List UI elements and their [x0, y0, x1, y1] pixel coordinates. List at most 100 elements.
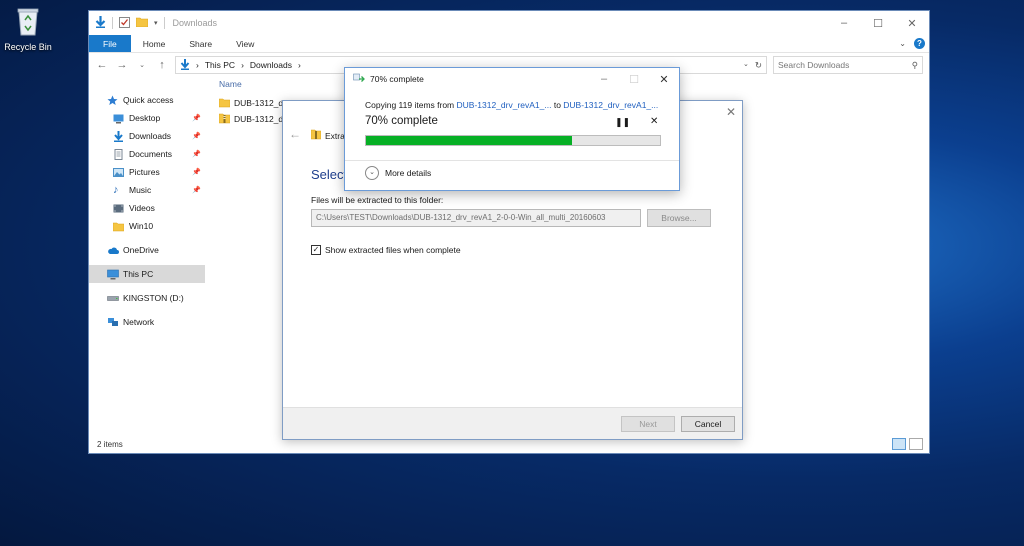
sidebar-item-label: Videos — [129, 203, 155, 213]
minimize-button[interactable]: – — [589, 73, 619, 86]
sidebar-item-kingston[interactable]: KINGSTON (D:) — [89, 289, 205, 307]
ribbon-tabs: File Home Share View ⌄ ? — [89, 35, 929, 53]
maximize-button[interactable]: ☐ — [619, 73, 649, 86]
next-button[interactable]: Next — [621, 416, 675, 432]
videos-icon — [113, 203, 124, 214]
new-folder-icon[interactable] — [135, 17, 149, 29]
sidebar-item-downloads[interactable]: Downloads 📌 — [89, 127, 205, 145]
destination-link[interactable]: DUB-1312_drv_revA1_... — [563, 100, 658, 110]
sidebar-item-music[interactable]: ♪ Music 📌 — [89, 181, 205, 199]
search-input[interactable]: Search Downloads ⚲ — [773, 56, 923, 74]
column-header-name[interactable]: Name — [219, 79, 283, 89]
copy-icon — [353, 73, 365, 85]
breadcrumb-chevron-icon: › — [241, 60, 244, 70]
recycle-bin-label: Recycle Bin — [4, 42, 52, 52]
minimize-button[interactable]: – — [827, 17, 861, 30]
tab-file[interactable]: File — [89, 35, 131, 52]
expand-ribbon-icon[interactable]: ⌄ — [899, 39, 906, 48]
qat-separator — [112, 17, 113, 29]
download-arrow-icon[interactable] — [95, 16, 106, 30]
explorer-titlebar: ▾ Downloads – ☐ ✕ — [89, 11, 929, 35]
pin-icon[interactable]: 📌 — [192, 150, 201, 158]
copying-prefix: Copying 119 items from — [365, 100, 457, 110]
details-view-button[interactable] — [892, 438, 906, 450]
file-row[interactable]: DUB-1312_d — [218, 111, 283, 127]
folder-icon — [112, 221, 125, 232]
close-button[interactable]: ✕ — [649, 73, 679, 86]
sidebar-item-win10[interactable]: Win10 — [89, 217, 205, 235]
breadcrumb-chevron-icon: › — [297, 60, 301, 70]
qat-separator — [163, 17, 165, 29]
recycle-bin-icon[interactable]: Recycle Bin — [4, 6, 52, 52]
sidebar-item-this-pc[interactable]: This PC — [89, 265, 205, 283]
sidebar-item-desktop[interactable]: Desktop 📌 — [89, 109, 205, 127]
pin-icon[interactable]: 📌 — [192, 114, 201, 122]
tab-view[interactable]: View — [224, 35, 266, 52]
music-icon: ♪ — [113, 183, 119, 196]
chevron-down-icon: ⌄ — [365, 166, 379, 180]
search-placeholder: Search Downloads — [778, 60, 850, 70]
tab-home[interactable]: Home — [131, 35, 178, 52]
sidebar-item-label: Win10 — [129, 221, 154, 231]
close-icon[interactable]: ✕ — [726, 105, 736, 119]
copying-description: Copying 119 items from DUB-1312_drv_revA… — [365, 100, 658, 110]
address-dropdown-icon[interactable]: ⌄ — [743, 60, 749, 71]
sidebar-item-label: Music — [129, 185, 152, 195]
sidebar-item-pictures[interactable]: Pictures 📌 — [89, 163, 205, 181]
browse-button[interactable]: Browse... — [647, 209, 711, 227]
pin-icon[interactable]: 📌 — [192, 132, 201, 140]
sidebar-item-label: Desktop — [129, 113, 161, 123]
percent-complete-text: 70% complete — [365, 115, 438, 127]
sidebar-item-onedrive[interactable]: OneDrive — [89, 241, 205, 259]
more-details-toggle[interactable]: ⌄ More details — [365, 166, 431, 180]
progress-bar — [365, 135, 661, 146]
cancel-copy-icon[interactable]: ✕ — [650, 116, 658, 127]
quick-access-toolbar: ▾ — [89, 16, 165, 30]
pictures-icon — [113, 167, 124, 178]
navigation-pane: Quick access Desktop 📌 Downloads 📌 Docum… — [89, 91, 205, 331]
help-icon[interactable]: ? — [914, 38, 925, 49]
qat-dropdown-icon[interactable]: ▾ — [154, 19, 158, 27]
sidebar-item-label: OneDrive — [123, 245, 159, 255]
zip-folder-icon — [218, 112, 231, 126]
forward-arrow-icon[interactable]: → — [115, 59, 129, 71]
tab-share[interactable]: Share — [177, 35, 224, 52]
refresh-icon[interactable]: ↻ — [755, 60, 762, 71]
sidebar-item-quick-access[interactable]: Quick access — [89, 91, 205, 109]
destination-path-field[interactable]: C:\Users\TEST\Downloads\DUB-1312_drv_rev… — [311, 209, 641, 227]
drive-icon — [107, 293, 119, 304]
sidebar-item-label: Pictures — [129, 167, 160, 177]
checkbox-label: Show extracted files when complete — [325, 245, 461, 255]
pin-icon[interactable]: 📌 — [192, 168, 201, 176]
close-button[interactable]: ✕ — [895, 17, 929, 30]
more-details-label: More details — [385, 168, 432, 178]
breadcrumb-this-pc[interactable]: This PC — [205, 60, 235, 70]
wizard-heading: Select — [311, 167, 348, 182]
up-arrow-icon[interactable]: ↑ — [155, 59, 169, 71]
cancel-button[interactable]: Cancel — [681, 416, 735, 432]
file-row[interactable]: DUB-1312_d — [218, 95, 283, 111]
recent-dropdown-icon[interactable]: ⌄ — [135, 61, 149, 69]
back-arrow-icon[interactable]: ← — [289, 127, 301, 141]
checkbox-checked-icon[interactable]: ✓ — [311, 245, 321, 255]
copy-progress-dialog: 70% complete – ☐ ✕ Copying 119 items fro… — [344, 67, 680, 191]
breadcrumb-downloads[interactable]: Downloads — [250, 60, 292, 70]
source-link[interactable]: DUB-1312_drv_revA1_... — [457, 100, 552, 110]
sidebar-item-documents[interactable]: Documents 📌 — [89, 145, 205, 163]
progress-title: 70% complete — [370, 74, 424, 84]
maximize-button[interactable]: ☐ — [861, 17, 895, 30]
downloads-icon — [113, 130, 124, 142]
status-bar-item-count: 2 items — [97, 440, 123, 449]
sidebar-item-network[interactable]: Network — [89, 313, 205, 331]
pin-icon[interactable]: 📌 — [192, 186, 201, 194]
sidebar-item-videos[interactable]: Videos — [89, 199, 205, 217]
sidebar-item-label: This PC — [123, 269, 154, 279]
divider — [345, 160, 679, 161]
properties-icon[interactable] — [119, 16, 130, 30]
show-extracted-checkbox-row[interactable]: ✓ Show extracted files when complete — [311, 245, 461, 255]
view-switcher — [892, 438, 923, 450]
sidebar-item-label: KINGSTON (D:) — [123, 293, 184, 303]
pause-icon[interactable]: ❚❚ — [615, 117, 630, 128]
large-icons-view-button[interactable] — [909, 438, 923, 450]
back-arrow-icon[interactable]: ← — [95, 59, 109, 71]
